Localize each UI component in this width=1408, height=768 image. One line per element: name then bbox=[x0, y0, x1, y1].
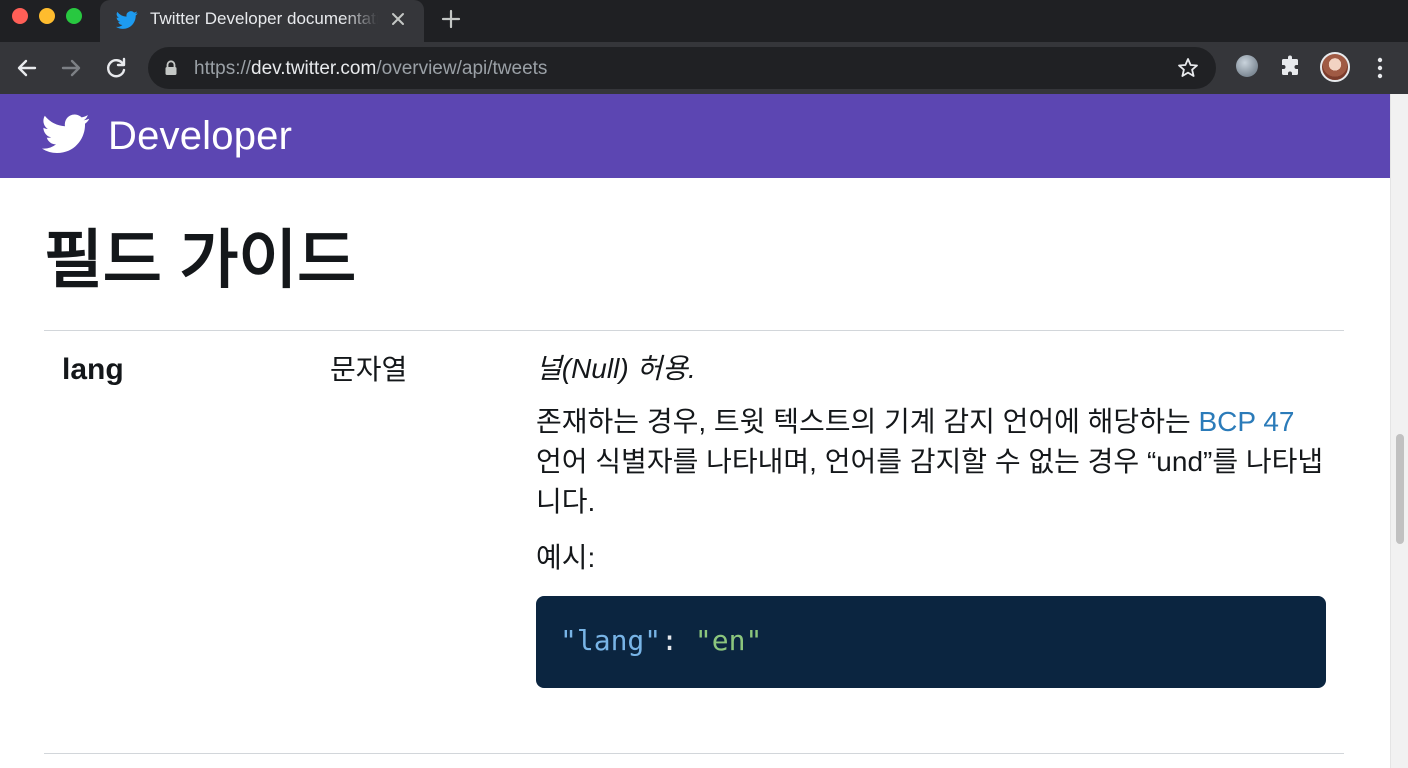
description-text-continued: 언어 식별자를 나타내며, 언어를 감지할 수 없는 경우 “und”를 나타냅… bbox=[536, 446, 1324, 517]
extension-icon[interactable] bbox=[1236, 55, 1258, 77]
code-snippet: "lang": "en" bbox=[560, 624, 762, 658]
twitter-bird-icon bbox=[116, 11, 138, 29]
browser-tab-bar: Twitter Developer documentation bbox=[0, 0, 1408, 42]
page-viewport: Developer 필드 가이드 lang 문자열 널(Null) 허용. 존재… bbox=[0, 94, 1390, 768]
window-zoom-button[interactable] bbox=[66, 8, 82, 24]
reload-icon[interactable] bbox=[103, 55, 129, 81]
code-key: "lang" bbox=[560, 624, 662, 657]
profile-avatar[interactable] bbox=[1320, 52, 1350, 82]
more-vert-icon[interactable] bbox=[1368, 55, 1392, 81]
bcp47-link[interactable]: BCP 47 bbox=[1199, 406, 1295, 437]
browser-tab-active[interactable]: Twitter Developer documentation bbox=[100, 0, 424, 42]
tab-title: Twitter Developer documentation bbox=[150, 9, 378, 28]
code-value: "en" bbox=[694, 624, 763, 657]
brand-name[interactable]: Developer bbox=[108, 112, 292, 160]
new-tab-plus-icon[interactable] bbox=[438, 6, 464, 32]
code-separator: : bbox=[661, 624, 695, 657]
example-label: 예시: bbox=[536, 542, 596, 573]
field-type: 문자열 bbox=[330, 354, 408, 385]
url-text: https://dev.twitter.com/overview/api/twe… bbox=[194, 58, 547, 80]
url-host: dev.twitter.com bbox=[251, 58, 377, 79]
forward-arrow-icon[interactable] bbox=[58, 55, 84, 81]
twitter-bird-icon[interactable] bbox=[42, 114, 90, 154]
divider bbox=[44, 753, 1344, 754]
back-arrow-icon[interactable] bbox=[14, 55, 40, 81]
page-title: 필드 가이드 bbox=[44, 224, 357, 296]
url-path: /overview/api/tweets bbox=[376, 58, 548, 79]
close-icon[interactable] bbox=[388, 9, 408, 29]
field-description-column: 널(Null) 허용. 존재하는 경우, 트윗 텍스트의 기계 감지 언어에 해… bbox=[536, 350, 1326, 688]
description-text: 존재하는 경우, 트윗 텍스트의 기계 감지 언어에 해당하는 bbox=[536, 406, 1199, 437]
field-name: lang bbox=[62, 353, 124, 386]
field-description: 존재하는 경우, 트윗 텍스트의 기계 감지 언어에 해당하는 BCP 47 언… bbox=[536, 402, 1326, 522]
nullable-note: 널(Null) 허용. bbox=[536, 353, 696, 384]
address-bar[interactable]: https://dev.twitter.com/overview/api/twe… bbox=[148, 47, 1216, 89]
browser-toolbar: https://dev.twitter.com/overview/api/twe… bbox=[0, 42, 1408, 94]
window-close-button[interactable] bbox=[12, 8, 28, 24]
vertical-scrollbar[interactable] bbox=[1390, 94, 1408, 768]
scrollbar-thumb[interactable] bbox=[1396, 434, 1404, 544]
divider bbox=[44, 330, 1344, 331]
site-header: Developer bbox=[0, 94, 1390, 178]
url-scheme: https:// bbox=[194, 58, 252, 79]
star-icon[interactable] bbox=[1176, 56, 1200, 80]
puzzle-icon[interactable] bbox=[1280, 55, 1302, 77]
code-block: "lang": "en" bbox=[536, 596, 1326, 688]
window-minimize-button[interactable] bbox=[39, 8, 55, 24]
lock-icon bbox=[165, 60, 177, 75]
